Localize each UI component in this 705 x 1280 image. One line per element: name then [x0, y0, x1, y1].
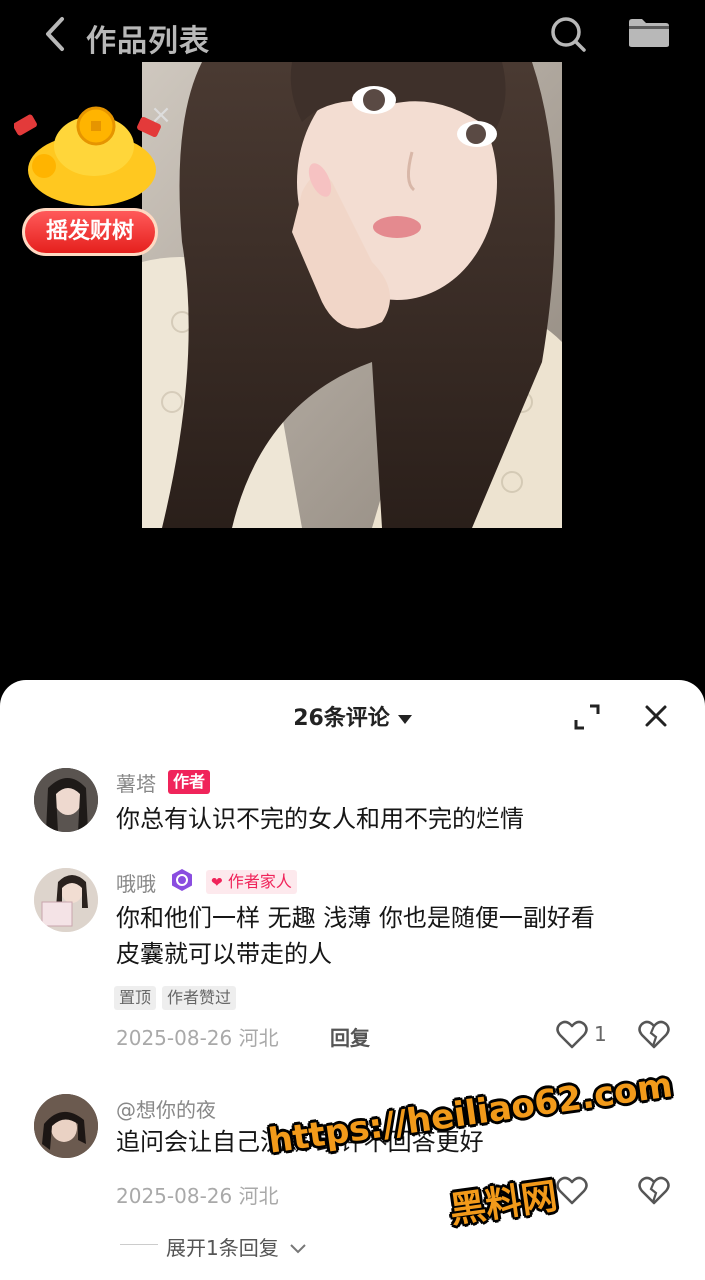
pinned-tag: 置顶 — [114, 986, 157, 1010]
page-title: 作品列表 — [86, 24, 210, 59]
heart-outline-icon — [556, 1020, 588, 1049]
avatar-image — [34, 1094, 98, 1158]
expand-icon — [574, 704, 600, 730]
comment-count-label: 26条评论 — [293, 706, 390, 731]
promo-close-button[interactable]: × — [148, 102, 174, 128]
expand-replies-button[interactable]: 展开1条回复 — [166, 1232, 307, 1261]
search-button[interactable] — [548, 14, 588, 54]
avatar[interactable] — [34, 768, 98, 832]
close-button[interactable] — [640, 700, 672, 732]
post-photo[interactable] — [142, 62, 562, 528]
back-button[interactable] — [36, 14, 76, 54]
chevron-left-icon — [46, 17, 64, 51]
broken-heart-icon — [638, 1176, 670, 1205]
portrait-image — [142, 62, 562, 528]
broken-heart-icon — [638, 1020, 670, 1049]
like-button[interactable] — [556, 1176, 588, 1206]
close-icon — [645, 705, 667, 727]
family-badge: ❤ 作者家人 — [206, 870, 297, 894]
caret-down-icon — [397, 714, 412, 724]
expand-replies-label: 展开1条回复 — [166, 1236, 279, 1260]
comment-username[interactable]: 薯塔 — [116, 768, 156, 797]
avatar-image — [34, 768, 98, 832]
avatar[interactable] — [34, 868, 98, 932]
money-tree-promo[interactable]: 摇发财树 — [14, 100, 164, 270]
promo-label[interactable]: 摇发财树 — [22, 208, 158, 256]
family-badge-label: 作者家人 — [227, 872, 292, 891]
comment-date-location: 2025-08-26 河北 — [116, 1026, 279, 1050]
avatar-image — [34, 868, 98, 932]
search-icon — [551, 17, 586, 52]
avatar[interactable] — [34, 1094, 98, 1158]
expand-button[interactable] — [572, 702, 602, 732]
comment-text-line2: 皮囊就可以带走的人 — [116, 940, 332, 968]
author-liked-tag: 作者赞过 — [162, 986, 237, 1010]
dislike-button[interactable] — [638, 1020, 670, 1050]
heart-icon: ❤ — [211, 875, 223, 891]
comments-sheet — [0, 680, 705, 1280]
money-tree-icon — [14, 106, 161, 206]
comment-text-line1: 你和他们一样 无趣 浅薄 你也是随便一副好看 — [116, 904, 595, 932]
reply-button[interactable]: 回复 — [330, 1022, 370, 1051]
comment-date-location: 2025-08-26 河北 — [116, 1184, 279, 1208]
dislike-button[interactable] — [638, 1176, 670, 1206]
comment-username[interactable]: 哦哦 — [116, 868, 156, 897]
author-badge: 作者 — [168, 770, 211, 794]
chevron-down-icon — [290, 1244, 306, 1254]
folder-button[interactable] — [626, 16, 672, 50]
heart-outline-icon — [556, 1176, 588, 1205]
divider — [120, 1244, 158, 1245]
comment-text: 你总有认识不完的女人和用不完的烂情 — [116, 805, 524, 833]
like-button[interactable] — [556, 1020, 588, 1050]
comment-username[interactable]: @想你的夜 — [116, 1094, 216, 1123]
like-count: 1 — [594, 1022, 607, 1046]
fan-level-icon — [170, 868, 194, 892]
folder-icon — [629, 19, 669, 47]
